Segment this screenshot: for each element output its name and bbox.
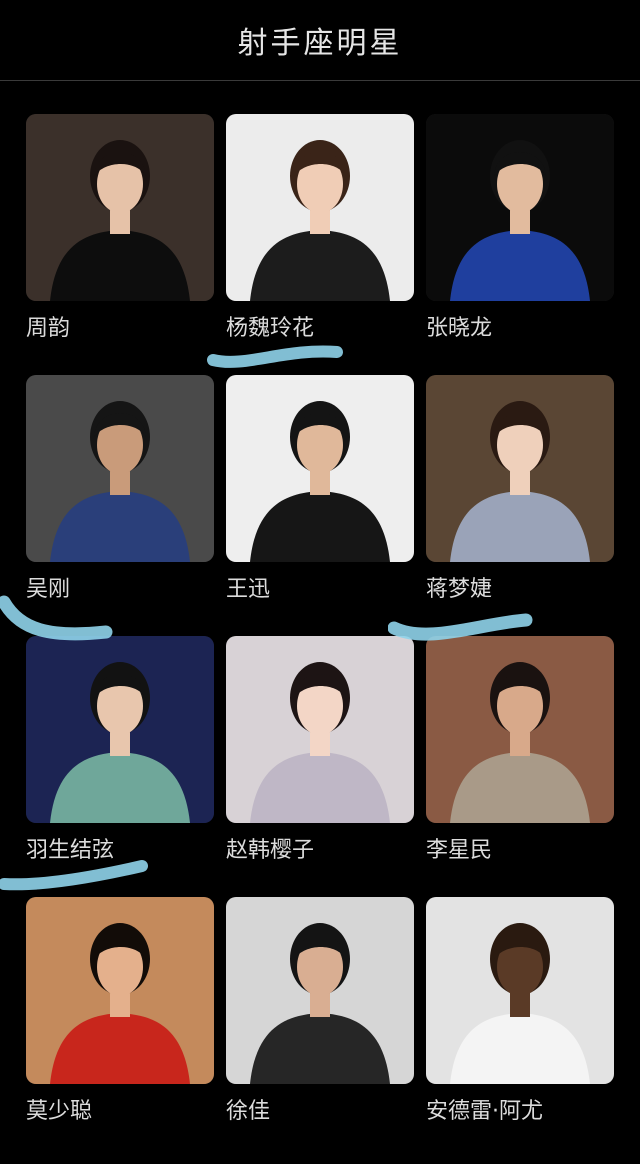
celebrity-card[interactable]: 赵韩樱子 — [226, 636, 414, 897]
celebrity-photo[interactable] — [426, 897, 614, 1084]
celebrity-card[interactable]: 周韵 — [26, 114, 214, 375]
celebrity-name[interactable]: 莫少聪 — [26, 1093, 92, 1125]
celebrity-photo[interactable] — [226, 897, 414, 1084]
man-dark-suit-photo — [226, 897, 414, 1084]
celebrity-photo[interactable] — [26, 636, 214, 823]
celebrity-name[interactable]: 李星民 — [426, 832, 492, 864]
celebrity-photo[interactable] — [426, 114, 614, 301]
celebrity-name[interactable]: 徐佳 — [226, 1093, 270, 1125]
celebrity-name[interactable]: 蒋梦婕 — [426, 571, 492, 603]
footballer-photo — [426, 897, 614, 1084]
celebrity-card[interactable]: 王迅 — [226, 375, 414, 636]
celebrity-photo[interactable] — [226, 375, 414, 562]
celebrity-photo[interactable] — [26, 375, 214, 562]
celebrity-grid: 周韵 杨魏玲花 张晓龙 吴刚 王迅 蒋梦婕 羽生结弦 赵韩樱子 李星民 莫少聪 … — [26, 114, 614, 1158]
celebrity-card[interactable]: 蒋梦婕 — [426, 375, 614, 636]
celebrity-name[interactable]: 吴刚 — [26, 571, 70, 603]
woman-seated-photo — [426, 375, 614, 562]
man-check-suit-photo — [26, 375, 214, 562]
celebrity-card[interactable]: 羽生结弦 — [26, 636, 214, 897]
celebrity-card[interactable]: 吴刚 — [26, 375, 214, 636]
celebrity-name[interactable]: 张晓龙 — [426, 310, 492, 342]
celebrity-photo[interactable] — [226, 114, 414, 301]
celebrity-name[interactable]: 羽生结弦 — [26, 832, 114, 864]
celebrity-card[interactable]: 张晓龙 — [426, 114, 614, 375]
celebrity-photo[interactable] — [26, 897, 214, 1084]
man-glasses-photo — [426, 636, 614, 823]
page-header: 射手座明星 — [0, 0, 640, 81]
celebrity-card[interactable]: 莫少聪 — [26, 897, 214, 1158]
man-tuxedo-photo — [226, 375, 414, 562]
skater-photo — [26, 636, 214, 823]
celebrity-card[interactable]: 徐佳 — [226, 897, 414, 1158]
man-blue-suit-photo — [426, 114, 614, 301]
woman-striped-dress-photo — [226, 114, 414, 301]
celebrity-card[interactable]: 李星民 — [426, 636, 614, 897]
woman-veil-photo — [226, 636, 414, 823]
celebrity-photo[interactable] — [426, 636, 614, 823]
celebrity-name[interactable]: 赵韩樱子 — [226, 832, 314, 864]
woman-black-dress-photo — [26, 114, 214, 301]
man-red-jacket-photo — [26, 897, 214, 1084]
celebrity-photo[interactable] — [226, 636, 414, 823]
celebrity-card[interactable]: 安德雷·阿尤 — [426, 897, 614, 1158]
celebrity-name[interactable]: 安德雷·阿尤 — [426, 1093, 543, 1125]
celebrity-photo[interactable] — [426, 375, 614, 562]
celebrity-card[interactable]: 杨魏玲花 — [226, 114, 414, 375]
celebrity-name[interactable]: 王迅 — [226, 571, 270, 603]
celebrity-name[interactable]: 杨魏玲花 — [226, 310, 314, 342]
celebrity-photo[interactable] — [26, 114, 214, 301]
page-title: 射手座明星 — [237, 26, 403, 61]
celebrity-name[interactable]: 周韵 — [26, 310, 70, 342]
